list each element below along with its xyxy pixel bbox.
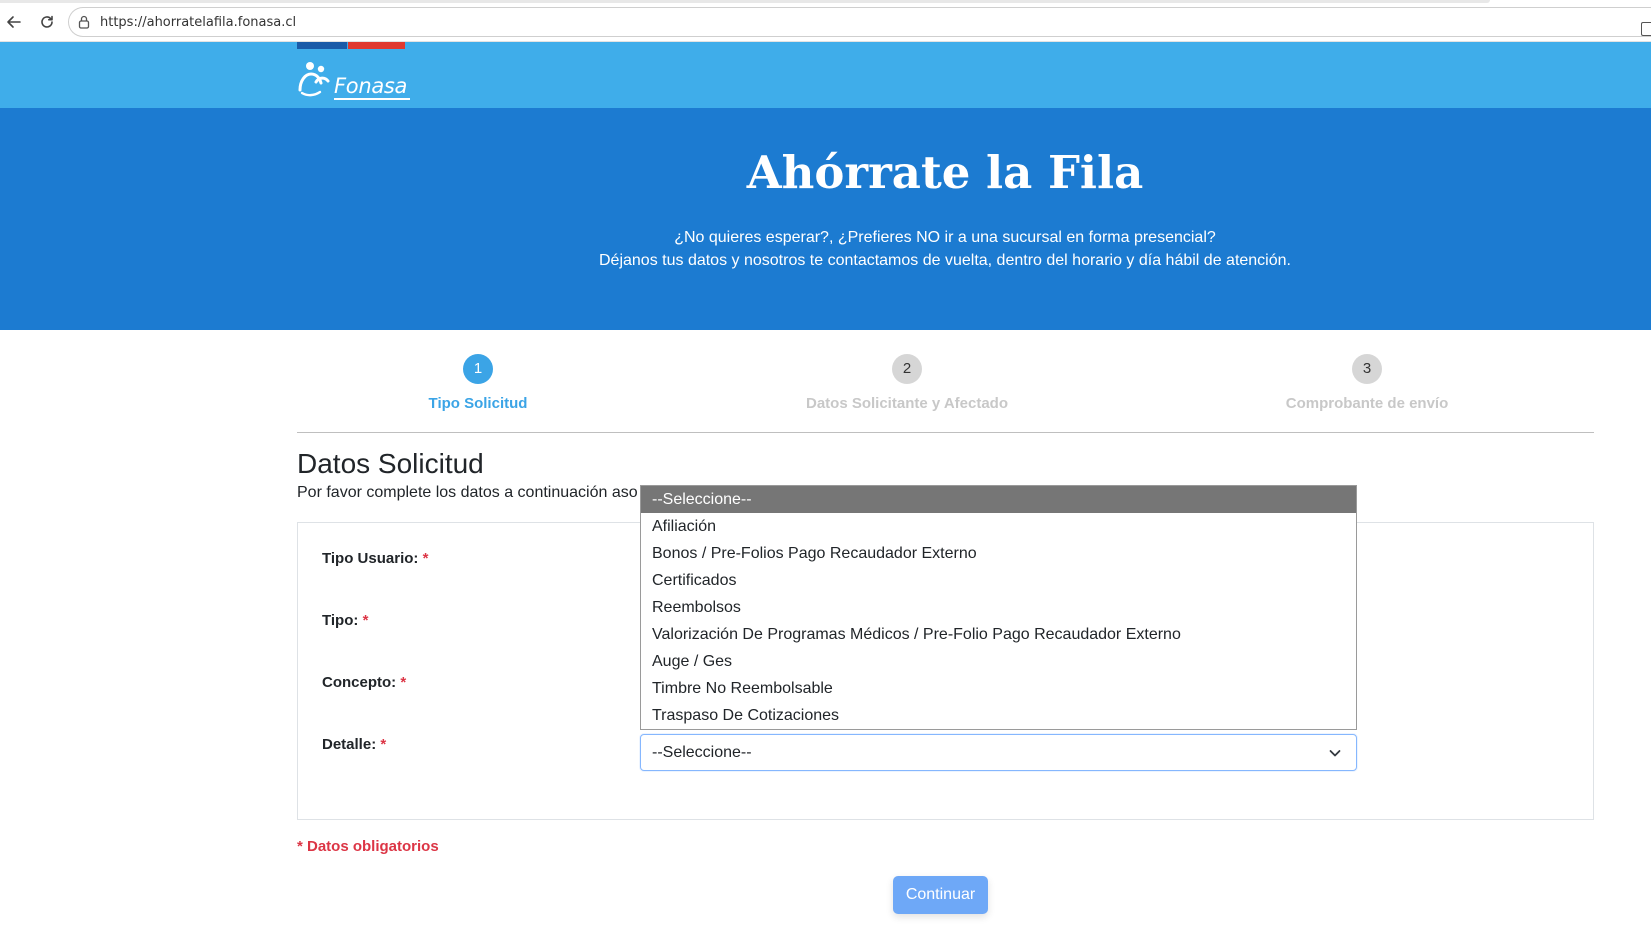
hero-subtitle-line1: ¿No quieres esperar?, ¿Prefieres NO ir a… bbox=[674, 229, 1216, 246]
tab-strip-edge bbox=[0, 0, 1490, 3]
dropdown-option[interactable]: --Seleccione-- bbox=[641, 486, 1356, 513]
step-3-label: Comprobante de envío bbox=[1285, 395, 1449, 412]
detalle-select[interactable]: --Seleccione-- bbox=[640, 734, 1357, 771]
continue-button[interactable]: Continuar bbox=[893, 876, 988, 914]
dropdown-option[interactable]: Certificados bbox=[641, 567, 1356, 594]
required-mark: * bbox=[422, 550, 429, 567]
step-2: 2 Datos Solicitante y Afectado bbox=[757, 354, 1057, 412]
step-1-label: Tipo Solicitud bbox=[428, 395, 528, 412]
logo-wordmark: Fonasa bbox=[334, 74, 408, 98]
step-3-number: 3 bbox=[1352, 354, 1382, 384]
step-2-label: Datos Solicitante y Afectado bbox=[806, 395, 1008, 412]
reload-icon[interactable] bbox=[37, 12, 57, 32]
required-mark: * bbox=[380, 736, 387, 753]
step-1: 1 Tipo Solicitud bbox=[378, 354, 578, 412]
required-mark: * bbox=[362, 612, 369, 629]
browser-toolbar: https://ahorratelafila.fonasa.cl bbox=[0, 0, 1651, 42]
site-header: Fonasa bbox=[0, 42, 1651, 108]
back-arrow-icon[interactable] bbox=[4, 12, 24, 32]
hero-title: Ahórrate la Fila bbox=[746, 146, 1144, 199]
required-fields-note: * Datos obligatorios bbox=[297, 838, 439, 855]
step-3: 3 Comprobante de envío bbox=[1217, 354, 1517, 412]
field-label-concepto: Concepto: * bbox=[322, 674, 407, 691]
step-2-number: 2 bbox=[892, 354, 922, 384]
dropdown-option[interactable]: Traspaso De Cotizaciones bbox=[641, 702, 1356, 729]
chevron-down-icon bbox=[1329, 750, 1341, 757]
hero-subtitle-line2: Déjanos tus datos y nosotros te contacta… bbox=[599, 252, 1291, 269]
detalle-dropdown-list[interactable]: --Seleccione-- Afiliación Bonos / Pre-Fo… bbox=[640, 485, 1357, 730]
section-title: Datos Solicitud bbox=[297, 448, 484, 479]
lock-icon[interactable] bbox=[78, 15, 90, 29]
required-mark: * bbox=[400, 674, 407, 691]
field-label-tipo: Tipo: * bbox=[322, 612, 369, 629]
address-bar[interactable]: https://ahorratelafila.fonasa.cl bbox=[68, 7, 1651, 37]
dropdown-option[interactable]: Bonos / Pre-Folios Pago Recaudador Exter… bbox=[641, 540, 1356, 567]
dropdown-option[interactable]: Auge / Ges bbox=[641, 648, 1356, 675]
gov-color-stripe bbox=[297, 42, 405, 49]
url-text[interactable]: https://ahorratelafila.fonasa.cl bbox=[100, 15, 296, 30]
section-description: Por favor complete los datos a continuac… bbox=[297, 484, 638, 501]
dropdown-option[interactable]: Timbre No Reembolsable bbox=[641, 675, 1356, 702]
dropdown-option[interactable]: Reembolsos bbox=[641, 594, 1356, 621]
field-label-tipo-usuario: Tipo Usuario: * bbox=[322, 550, 429, 567]
detalle-select-value: --Seleccione-- bbox=[652, 744, 752, 761]
fonasa-logo[interactable]: Fonasa bbox=[296, 60, 416, 102]
dropdown-option[interactable]: Valorización De Programas Médicos / Pre-… bbox=[641, 621, 1356, 648]
fonasa-family-icon bbox=[298, 62, 330, 97]
stepper-divider bbox=[297, 432, 1594, 433]
step-1-number: 1 bbox=[463, 354, 493, 384]
hero-banner: Ahórrate la Fila ¿No quieres esperar?, ¿… bbox=[0, 108, 1651, 330]
reader-mode-icon[interactable] bbox=[1641, 22, 1651, 36]
field-label-detalle: Detalle: * bbox=[322, 736, 387, 753]
dropdown-option[interactable]: Afiliación bbox=[641, 513, 1356, 540]
